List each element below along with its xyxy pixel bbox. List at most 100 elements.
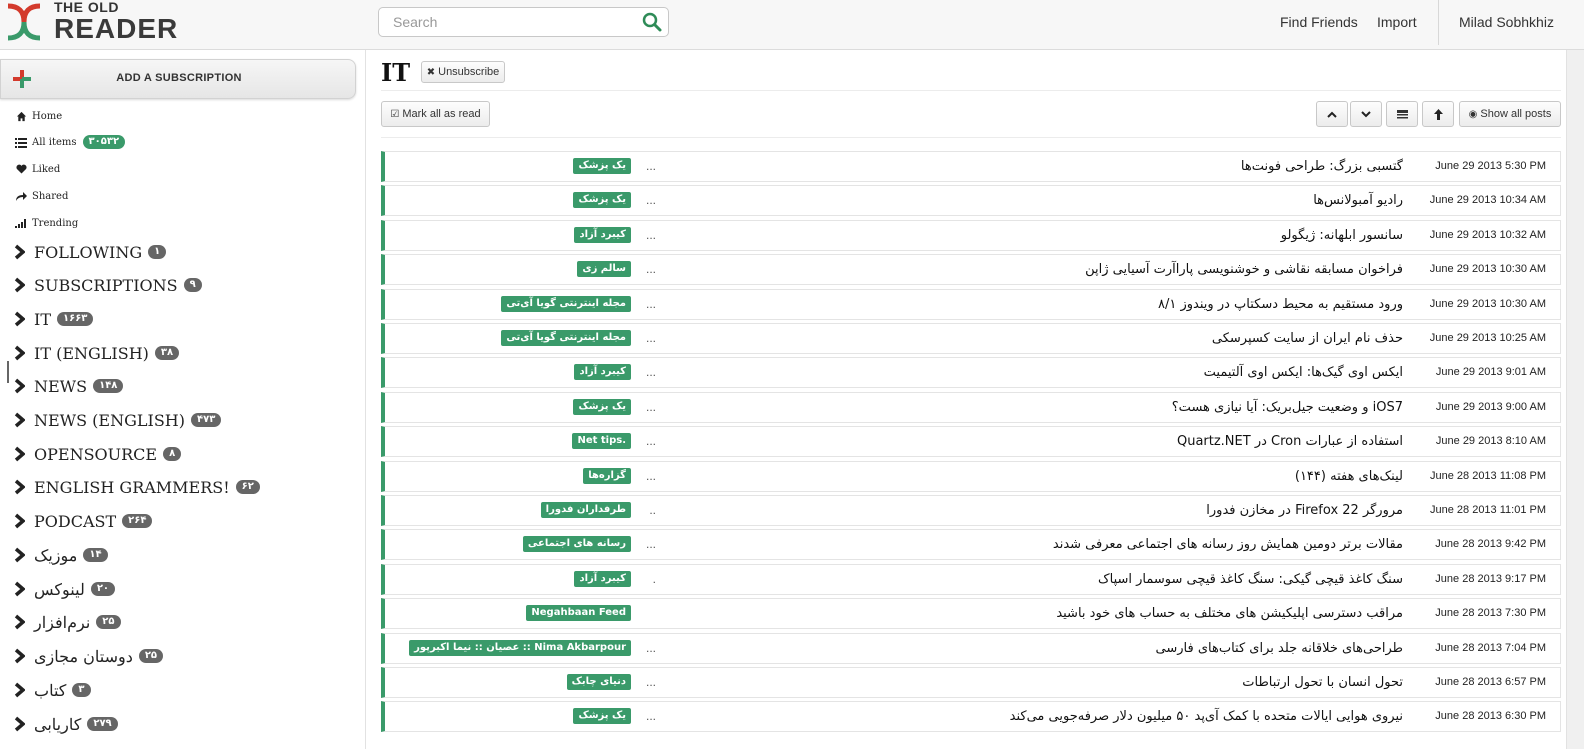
- post-row[interactable]: یک پزشک... نیروی هوایی ایالات متحده با کم…: [381, 701, 1561, 733]
- post-row[interactable]: مجله اینترنتی گویا آی‌تی... ورود مستقیم ب…: [381, 288, 1561, 320]
- post-title[interactable]: طراحی‌های خلاقانه جلد برای کتاب‌های فارس…: [1156, 641, 1403, 656]
- post-row[interactable]: کیبرد آزاد... سانسور ابلهانه: ژیگولو June …: [381, 219, 1561, 251]
- post-title[interactable]: نیروی هوایی ایالات متحده با کمک آی‌پد ۵۰…: [1010, 709, 1403, 724]
- post-title[interactable]: رادیو آمبولانس‌ها: [1313, 193, 1403, 208]
- chevron-right-icon[interactable]: [14, 411, 30, 429]
- post-row[interactable]: کیبرد آزاد... ایکس اوی گیک‌ها: ایکس اوی آ…: [381, 357, 1561, 389]
- app-logo[interactable]: THE OLD READER: [4, 0, 178, 44]
- chevron-right-icon[interactable]: [14, 580, 30, 598]
- post-row[interactable]: یک پزشک... iOS7 و وضعیت جیل‌بریک: آیا نیا…: [381, 391, 1561, 423]
- feed-tag[interactable]: مجله اینترنتی گویا آی‌تی: [501, 295, 631, 312]
- post-title[interactable]: فراخوان مسابقه نقاشی و خوشنویسی پاراآرت …: [1085, 262, 1403, 277]
- add-subscription-button[interactable]: ADD A SUBSCRIPTION: [0, 59, 356, 99]
- post-row[interactable]: Negahbaan Feed مراقب دسترسی اپلیکیشن های …: [381, 598, 1561, 630]
- post-row[interactable]: رسانه های اجتماعی... مقالات برتر دومین هم…: [381, 529, 1561, 561]
- chevron-right-icon[interactable]: [14, 276, 30, 294]
- post-title[interactable]: ورود مستقیم به محیط دسکتاپ در ویندوز ۸/۱: [1158, 297, 1403, 312]
- post-row[interactable]: دنیای چابک... تحول انسان با تحول ارتباطات…: [381, 667, 1561, 698]
- post-title[interactable]: ایکس اوی گیک‌ها: ایکس اوی آلتیمیت: [1204, 365, 1403, 380]
- post-row[interactable]: عصیان :: نیما اکبرپور :: Nima Akbarpour.…: [381, 632, 1561, 664]
- sidebar-folder[interactable]: لینوکس ۲۰: [14, 576, 116, 602]
- feed-tag[interactable]: کیبرد آزاد: [574, 226, 631, 243]
- sidebar-folder[interactable]: نرم‌افزار ۲۵: [14, 609, 121, 635]
- post-row[interactable]: کیبرد آزاد. سنگ کاغذ قیچی گیکی: سنگ کاغذ …: [381, 563, 1561, 595]
- sidebar-folder[interactable]: کتاب ۳: [14, 677, 91, 703]
- chevron-right-icon[interactable]: [14, 647, 30, 665]
- sidebar-item-shared[interactable]: Shared: [14, 187, 68, 205]
- next-post-button[interactable]: [1350, 101, 1382, 127]
- post-row[interactable]: یک پزشک... گتسبی بزرگ: طراحی فونت‌ها June …: [381, 151, 1561, 182]
- view-mode-button[interactable]: [1386, 101, 1418, 127]
- chevron-right-icon[interactable]: [14, 310, 30, 328]
- post-title[interactable]: مرورگر Firefox 22 در مخازن فدورا: [1206, 503, 1403, 518]
- sidebar-folder[interactable]: IT ۱۶۶۳: [14, 306, 94, 332]
- search-icon[interactable]: [641, 11, 663, 33]
- post-row[interactable]: مجله اینترنتی گویا آی‌تی... حذف نام ایران…: [381, 323, 1561, 354]
- chevron-right-icon[interactable]: [14, 344, 30, 362]
- feed-tag[interactable]: کیبرد آزاد: [574, 364, 631, 381]
- chevron-right-icon[interactable]: [14, 546, 30, 564]
- sidebar-folder[interactable]: PODCAST ۲۶۴: [14, 508, 153, 534]
- chevron-right-icon[interactable]: [14, 715, 30, 733]
- feed-tag[interactable]: عصیان :: نیما اکبرپور :: Nima Akbarpour: [409, 639, 631, 656]
- post-title[interactable]: تحول انسان با تحول ارتباطات: [1242, 675, 1403, 690]
- search-input[interactable]: [379, 8, 629, 36]
- sidebar-folder[interactable]: NEWS (ENGLISH) ۴۷۳: [14, 407, 222, 433]
- chevron-right-icon[interactable]: [14, 512, 30, 530]
- feed-tag[interactable]: یک پزشک: [573, 158, 631, 174]
- sidebar-folder[interactable]: FOLLOWING ۱: [14, 239, 167, 265]
- user-menu[interactable]: Milad Sobhkhiz: [1459, 14, 1554, 30]
- post-title[interactable]: گتسبی بزرگ: طراحی فونت‌ها: [1241, 159, 1403, 174]
- post-row[interactable]: طرفداران فدورا.. مرورگر Firefox 22 در مخا…: [381, 495, 1561, 526]
- sidebar-folder[interactable]: ENGLISH GRAMMERS! ۶۲: [14, 474, 260, 500]
- mark-all-read-button[interactable]: ☑ Mark all as read: [381, 101, 490, 127]
- feed-tag[interactable]: یک پزشک: [573, 398, 631, 415]
- post-row[interactable]: Net tips.... استفاده از عبارات Cron در Qu…: [381, 426, 1561, 458]
- chevron-right-icon[interactable]: [14, 445, 30, 463]
- sidebar-folder[interactable]: NEWS ۱۴۸: [14, 373, 124, 399]
- page-scrollbar[interactable]: [1566, 50, 1584, 749]
- sidebar-folder[interactable]: موزیک ۱۴: [14, 542, 108, 568]
- previous-post-button[interactable]: [1316, 101, 1348, 127]
- post-title[interactable]: سنگ کاغذ قیچی گیکی: سنگ کاغذ قیچی سوسمار…: [1098, 572, 1403, 587]
- feed-tag[interactable]: Net tips.: [572, 433, 631, 450]
- sidebar-folder[interactable]: IT (ENGLISH) ۳۸: [14, 340, 180, 366]
- import-link[interactable]: Import: [1377, 14, 1417, 30]
- chevron-right-icon[interactable]: [14, 681, 30, 699]
- find-friends-link[interactable]: Find Friends: [1280, 14, 1358, 30]
- sidebar-folder[interactable]: کاریابی ۲۷۹: [14, 711, 118, 737]
- sidebar-item-home[interactable]: Home: [14, 107, 62, 125]
- post-row[interactable]: یک پزشک... رادیو آمبولانس‌ها June 29 2013 …: [381, 185, 1561, 217]
- chevron-right-icon[interactable]: [14, 243, 30, 261]
- chevron-right-icon[interactable]: [14, 478, 30, 496]
- post-title[interactable]: iOS7 و وضعیت جیل‌بریک: آیا نیازی هست؟: [1172, 400, 1403, 415]
- post-title[interactable]: لینک‌های هفته (۱۴۴): [1295, 469, 1403, 484]
- feed-tag[interactable]: گزاره‌ها: [583, 467, 631, 484]
- show-all-posts-button[interactable]: ◉ Show all posts: [1459, 101, 1561, 127]
- feed-tag[interactable]: رسانه های اجتماعی: [522, 536, 631, 553]
- feed-tag[interactable]: یک پزشک: [573, 708, 631, 725]
- feed-tag[interactable]: سالم زی: [577, 261, 631, 278]
- sidebar-item-trending[interactable]: Trending: [14, 214, 78, 232]
- post-title[interactable]: سانسور ابلهانه: ژیگولو: [1281, 228, 1403, 243]
- post-title[interactable]: حذف نام ایران از سایت کسپرسکی: [1212, 331, 1403, 346]
- post-row[interactable]: گزاره‌ها... لینک‌های هفته (۱۴۴) June 28 20…: [381, 460, 1561, 492]
- sidebar-folder[interactable]: دوستان مجازی ۲۵: [14, 643, 164, 669]
- feed-tag[interactable]: کیبرد آزاد: [574, 570, 631, 587]
- feed-tag[interactable]: دنیای چابک: [566, 674, 631, 690]
- scroll-top-button[interactable]: [1422, 101, 1454, 127]
- feed-tag[interactable]: یک پزشک: [573, 192, 631, 209]
- post-row[interactable]: سالم زی... فراخوان مسابقه نقاشی و خوشنویس…: [381, 254, 1561, 286]
- post-title[interactable]: مراقب دسترسی اپلیکیشن های مختلف به حساب …: [1056, 606, 1403, 621]
- unsubscribe-button[interactable]: ✖ Unsubscribe: [421, 61, 505, 83]
- feed-tag[interactable]: مجله اینترنتی گویا آی‌تی: [501, 330, 631, 346]
- post-title[interactable]: استفاده از عبارات Cron در Quartz.NET: [1177, 434, 1403, 449]
- chevron-right-icon[interactable]: [14, 613, 30, 631]
- sidebar-folder[interactable]: SUBSCRIPTIONS ۹: [14, 272, 202, 298]
- post-title[interactable]: مقالات برتر دومین همایش روز رسانه های اج…: [1053, 537, 1403, 552]
- feed-tag[interactable]: Negahbaan Feed: [526, 605, 631, 622]
- sidebar-folder[interactable]: OPENSOURCE ۸: [14, 441, 182, 467]
- sidebar-item-all-items[interactable]: All items ۳۰۵۳۲: [14, 133, 126, 151]
- feed-tag[interactable]: طرفداران فدورا: [540, 502, 631, 518]
- sidebar-item-liked[interactable]: Liked: [14, 160, 60, 178]
